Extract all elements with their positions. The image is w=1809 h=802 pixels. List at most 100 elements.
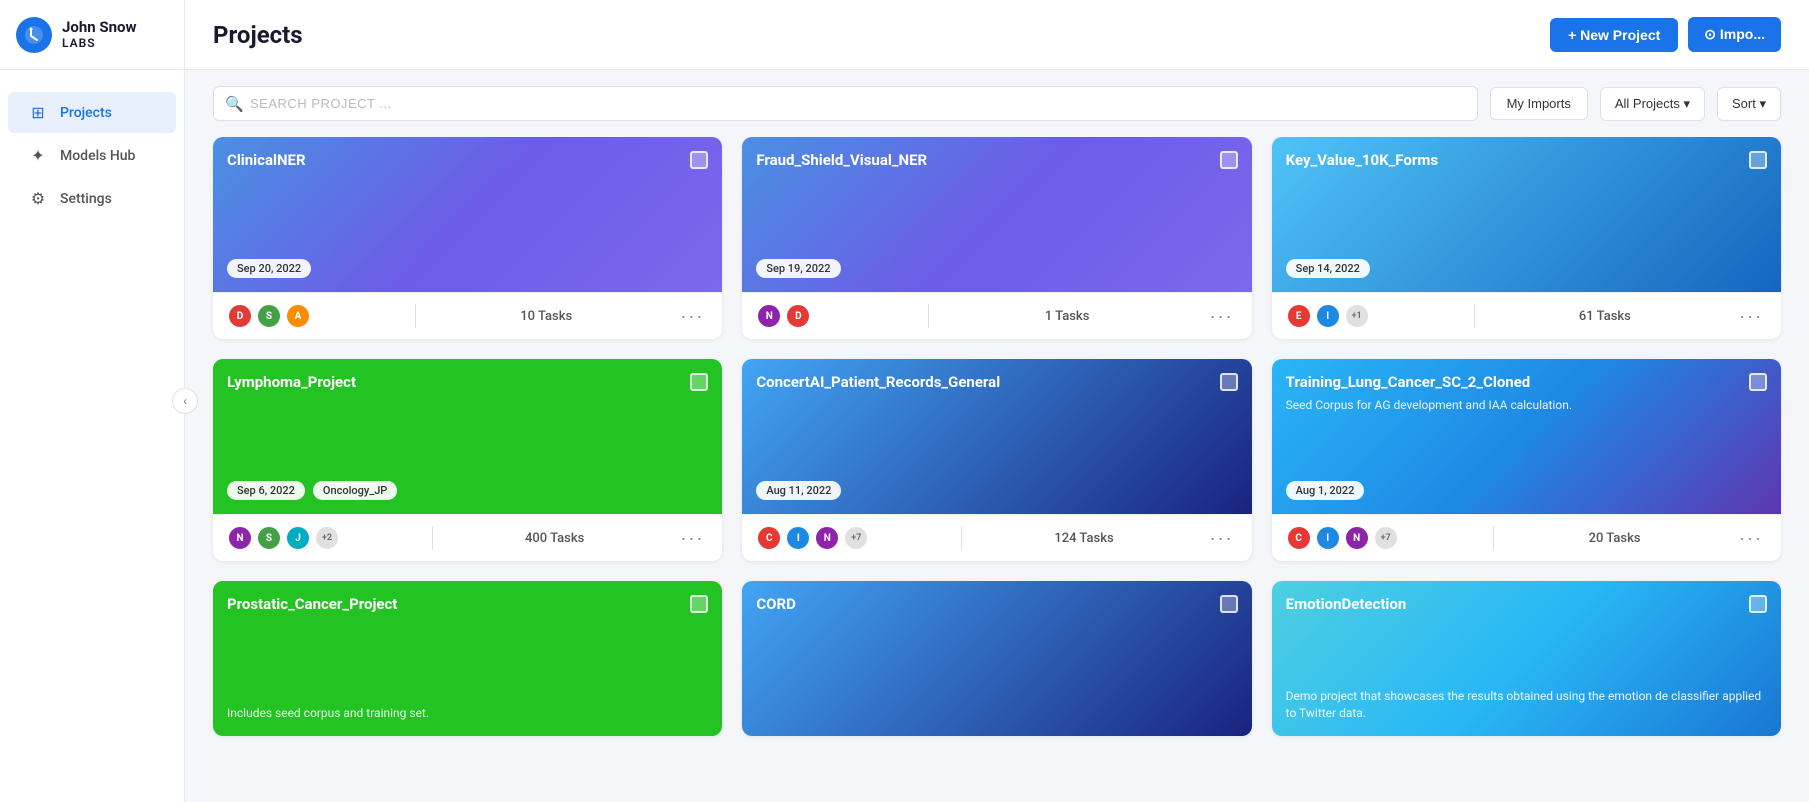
project-card-clinical-ner[interactable]: ClinicalNER Sep 20, 2022 DSA 10 Tasks ··…: [213, 137, 722, 339]
sidebar-item-models-hub[interactable]: ✦ Models Hub: [8, 135, 176, 176]
card-title: Training_Lung_Cancer_SC_2_Cloned: [1286, 373, 1767, 391]
card-tasks: 400 Tasks: [525, 531, 584, 546]
card-divider: [432, 526, 433, 550]
sidebar-label-projects: Projects: [60, 105, 112, 121]
card-title: ClinicalNER: [227, 151, 708, 169]
header-actions: + New Project ⊙ Impo...: [1550, 17, 1781, 52]
card-more-button[interactable]: ···: [1735, 528, 1767, 549]
card-tasks: 61 Tasks: [1579, 309, 1631, 324]
card-description: Includes seed corpus and training set.: [227, 705, 708, 722]
import-button[interactable]: ⊙ Impo...: [1688, 17, 1781, 52]
card-image: EmotionDetection Demo project that showc…: [1272, 581, 1781, 736]
avatar-more: +2: [314, 525, 340, 551]
card-more-button[interactable]: ···: [1735, 306, 1767, 327]
card-title: EmotionDetection: [1286, 595, 1767, 613]
avatar: I: [1315, 303, 1341, 329]
card-title: Key_Value_10K_Forms: [1286, 151, 1767, 169]
card-footer: CIN+7 124 Tasks ···: [742, 514, 1251, 561]
card-checkbox[interactable]: [690, 373, 708, 391]
sidebar-nav: ⊞ Projects ✦ Models Hub ⚙ Settings: [0, 70, 184, 802]
card-image: Training_Lung_Cancer_SC_2_Cloned Seed Co…: [1272, 359, 1781, 514]
card-checkbox[interactable]: [690, 595, 708, 613]
sidebar: John Snow LABS ⊞ Projects ✦ Models Hub ⚙…: [0, 0, 185, 802]
card-checkbox[interactable]: [1749, 373, 1767, 391]
card-image: Key_Value_10K_Forms Sep 14, 2022: [1272, 137, 1781, 292]
avatar: C: [1286, 525, 1312, 551]
settings-icon: ⚙: [28, 189, 48, 208]
sidebar-collapse-button[interactable]: ‹: [172, 388, 198, 414]
card-tags: Sep 14, 2022: [1286, 259, 1767, 278]
brand-labs: LABS: [62, 36, 137, 50]
card-tags: Sep 19, 2022: [756, 259, 1237, 278]
card-checkbox[interactable]: [1749, 595, 1767, 613]
card-image: ClinicalNER Sep 20, 2022: [213, 137, 722, 292]
tag-oncology: Oncology_JP: [313, 481, 397, 500]
card-tags: Sep 20, 2022: [227, 259, 708, 278]
card-tags: Aug 1, 2022: [1286, 481, 1767, 500]
avatar: A: [285, 303, 311, 329]
card-avatars: CIN+7: [756, 525, 869, 551]
tag-date: Aug 1, 2022: [1286, 481, 1365, 500]
project-card-emotion-detection[interactable]: EmotionDetection Demo project that showc…: [1272, 581, 1781, 736]
avatar: D: [227, 303, 253, 329]
project-card-prostatic[interactable]: Prostatic_Cancer_Project Includes seed c…: [213, 581, 722, 736]
avatar: D: [785, 303, 811, 329]
card-checkbox[interactable]: [1749, 151, 1767, 169]
avatar: S: [256, 525, 282, 551]
card-footer: NSJ+2 400 Tasks ···: [213, 514, 722, 561]
avatar: E: [1286, 303, 1312, 329]
card-footer: DSA 10 Tasks ···: [213, 292, 722, 339]
card-more-button[interactable]: ···: [676, 528, 708, 549]
card-checkbox[interactable]: [1220, 595, 1238, 613]
main-content: Projects + New Project ⊙ Impo... 🔍 My Im…: [185, 0, 1809, 802]
card-title: Fraud_Shield_Visual_NER: [756, 151, 1237, 169]
page-title: Projects: [213, 21, 303, 49]
logo-area: John Snow LABS: [0, 0, 184, 70]
sort-dropdown[interactable]: Sort ▾: [1717, 87, 1781, 121]
card-title: Prostatic_Cancer_Project: [227, 595, 708, 613]
project-card-fraud-shield[interactable]: Fraud_Shield_Visual_NER Sep 19, 2022 ND …: [742, 137, 1251, 339]
card-more-button[interactable]: ···: [1206, 528, 1238, 549]
avatar: N: [227, 525, 253, 551]
card-avatars: CIN+7: [1286, 525, 1399, 551]
card-divider: [1493, 526, 1494, 550]
card-checkbox[interactable]: [1220, 151, 1238, 169]
all-projects-dropdown[interactable]: All Projects ▾: [1600, 87, 1705, 121]
new-project-button[interactable]: + New Project: [1550, 18, 1678, 52]
card-checkbox[interactable]: [690, 151, 708, 169]
card-footer: EI+1 61 Tasks ···: [1272, 292, 1781, 339]
card-description: Seed Corpus for AG development and IAA c…: [1286, 397, 1767, 414]
my-imports-button[interactable]: My Imports: [1490, 87, 1588, 120]
card-tasks: 124 Tasks: [1054, 531, 1113, 546]
sidebar-item-settings[interactable]: ⚙ Settings: [8, 178, 176, 219]
card-image: CORD: [742, 581, 1251, 736]
project-card-training-lung[interactable]: Training_Lung_Cancer_SC_2_Cloned Seed Co…: [1272, 359, 1781, 561]
page-header: Projects + New Project ⊙ Impo...: [185, 0, 1809, 70]
card-more-button[interactable]: ···: [1206, 306, 1238, 327]
projects-grid: ClinicalNER Sep 20, 2022 DSA 10 Tasks ··…: [185, 137, 1809, 802]
card-tags: Sep 6, 2022 Oncology_JP: [227, 481, 708, 500]
project-card-key-value[interactable]: Key_Value_10K_Forms Sep 14, 2022 EI+1 61…: [1272, 137, 1781, 339]
avatar: S: [256, 303, 282, 329]
avatar: I: [785, 525, 811, 551]
card-more-button[interactable]: ···: [676, 306, 708, 327]
card-title: Lymphoma_Project: [227, 373, 708, 391]
card-tasks: 1 Tasks: [1045, 309, 1090, 324]
project-card-concertai[interactable]: ConcertAI_Patient_Records_General Aug 11…: [742, 359, 1251, 561]
avatar: I: [1315, 525, 1341, 551]
avatar: N: [756, 303, 782, 329]
avatar-more: +7: [1373, 525, 1399, 551]
search-input[interactable]: [213, 86, 1478, 121]
sidebar-item-projects[interactable]: ⊞ Projects: [8, 92, 176, 133]
card-checkbox[interactable]: [1220, 373, 1238, 391]
card-title: ConcertAI_Patient_Records_General: [756, 373, 1237, 391]
card-divider: [415, 304, 416, 328]
projects-icon: ⊞: [28, 103, 48, 122]
avatar: C: [756, 525, 782, 551]
avatar: N: [814, 525, 840, 551]
project-card-lymphoma[interactable]: Lymphoma_Project Sep 6, 2022 Oncology_JP…: [213, 359, 722, 561]
tag-date: Aug 11, 2022: [756, 481, 841, 500]
project-card-cord[interactable]: CORD: [742, 581, 1251, 736]
sidebar-label-settings: Settings: [60, 191, 112, 207]
card-image: Fraud_Shield_Visual_NER Sep 19, 2022: [742, 137, 1251, 292]
